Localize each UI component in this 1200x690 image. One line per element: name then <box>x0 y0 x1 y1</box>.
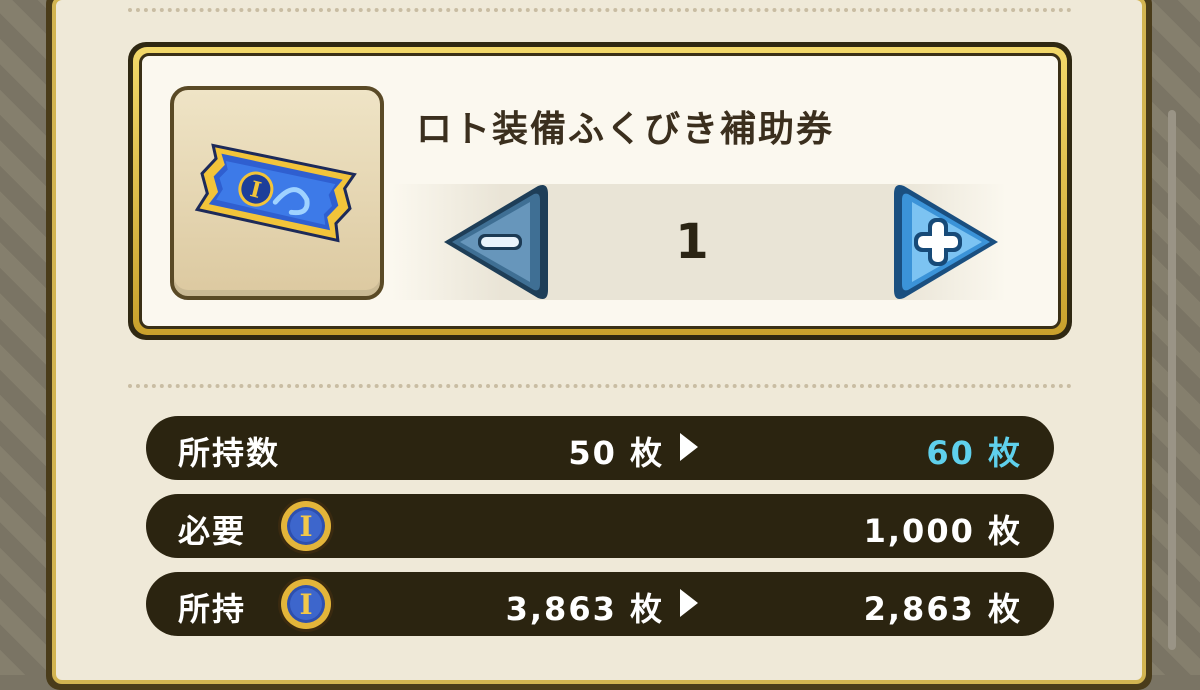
divider-top <box>128 8 1072 12</box>
svg-text:I: I <box>299 510 312 543</box>
quantity-value: 1 <box>675 214 709 270</box>
owned-count-before: 50 枚 <box>568 434 664 472</box>
owned-count-label: 所持数 <box>178 434 281 472</box>
required-label: 必要 <box>178 512 247 550</box>
coin-icon: I <box>278 498 334 554</box>
required-amount: 1,000 枚 <box>863 512 1022 550</box>
item-card: I ロト装備ふくびき補助券 1 <box>128 42 1072 340</box>
item-icon-frame: I <box>170 86 384 300</box>
item-name: ロト装備ふくびき補助券 <box>416 109 835 150</box>
owned-count-after: 60 枚 <box>926 434 1022 472</box>
arrow-right-icon <box>680 589 698 617</box>
holding-label: 所持 <box>178 590 247 628</box>
holding-before: 3,863 枚 <box>505 590 664 628</box>
svg-text:I: I <box>299 588 312 621</box>
arrow-right-icon <box>680 433 698 461</box>
decrement-button[interactable] <box>434 180 552 304</box>
coin-icon: I <box>278 576 334 632</box>
holding-row: 所持 I 3,863 枚 2,863 枚 <box>146 572 1054 636</box>
minus-icon <box>478 234 522 250</box>
scrollbar[interactable] <box>1168 110 1176 650</box>
divider-middle <box>128 384 1072 388</box>
required-row: 必要 I 1,000 枚 <box>146 494 1054 558</box>
owned-count-row: 所持数 50 枚 60 枚 <box>146 416 1054 480</box>
ticket-icon: I <box>194 143 357 243</box>
holding-after: 2,863 枚 <box>863 590 1022 628</box>
increment-button[interactable] <box>890 180 1008 304</box>
